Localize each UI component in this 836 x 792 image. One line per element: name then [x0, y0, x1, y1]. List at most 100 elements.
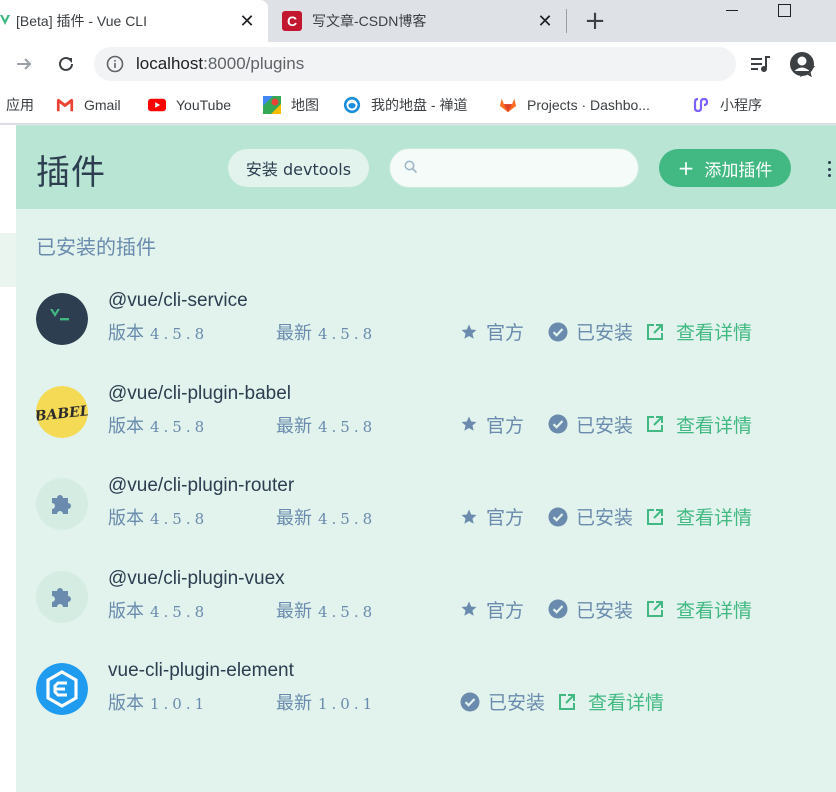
version-label: 版本: [108, 415, 144, 437]
bookmark-miniprogram[interactable]: 小程序: [692, 86, 762, 124]
official-badge: 官方: [460, 318, 524, 345]
reload-icon[interactable]: [52, 50, 80, 78]
installed-badge: 已安装: [548, 318, 633, 345]
site-info-icon[interactable]: [106, 55, 124, 73]
address-bar[interactable]: localhost:8000/plugins: [94, 47, 816, 81]
external-link-icon: [647, 601, 663, 617]
check-circle-icon: [548, 507, 568, 526]
profile-avatar-icon[interactable]: [789, 51, 815, 81]
check-circle-icon: [548, 414, 568, 434]
version-number: 4.5.8: [150, 417, 209, 436]
more-menu-icon[interactable]: [826, 161, 832, 177]
view-details-link[interactable]: 查看详情: [646, 411, 752, 438]
babel-icon: BABEL: [36, 385, 88, 438]
latest-label: 最新: [276, 693, 312, 714]
vue-favicon-icon: [0, 13, 16, 29]
plugin-item[interactable]: vue-cli-plugin-element 版本 1.0.1 最新 1.0.1 已…: [36, 655, 836, 725]
version-label: 版本: [108, 323, 144, 344]
plus-icon: +: [677, 156, 695, 180]
bookmark-label: Projects · Dashbo...: [527, 97, 650, 113]
vue-cli-terminal-icon: [36, 293, 88, 345]
star-icon: [461, 416, 477, 431]
latest-label: 最新: [276, 323, 312, 344]
tab-title: 写文章-CSDN博客: [312, 13, 427, 29]
plugin-item[interactable]: @vue/cli-plugin-router 版本 4.5.8 最新 4.5.8 官…: [36, 470, 836, 540]
bookmark-label: 地图: [291, 97, 319, 113]
version-number: 4.5.8: [150, 602, 209, 621]
miniprogram-icon: [692, 96, 710, 114]
plugin-name: @vue/cli-service: [108, 290, 248, 311]
search-box[interactable]: [389, 148, 639, 188]
view-details-link[interactable]: 查看详情: [558, 688, 664, 715]
plugin-latest-version: 最新 4.5.8: [276, 597, 376, 623]
plugin-version: 版本 4.5.8: [108, 504, 208, 530]
csdn-favicon-icon: C: [282, 11, 302, 31]
forward-arrow-icon[interactable]: [10, 50, 38, 78]
tab-vue-cli[interactable]: [Beta] 插件 - Vue CLI ✕: [0, 0, 268, 42]
youtube-icon: [148, 96, 166, 114]
version-label: 版本: [108, 600, 144, 622]
tab-separator: [566, 9, 567, 33]
plugin-item[interactable]: @vue/cli-plugin-vuex 版本 4.5.8 最新 4.5.8 官方 …: [36, 563, 836, 633]
version-number: 1.0.1: [150, 695, 209, 713]
view-details-link[interactable]: 查看详情: [646, 503, 752, 530]
bookmark-gmail[interactable]: Gmail: [56, 86, 121, 124]
close-tab-icon[interactable]: ✕: [236, 10, 258, 32]
latest-number: 1.0.1: [318, 695, 377, 713]
add-plugin-button[interactable]: + 添加插件: [659, 149, 791, 187]
tab-csdn[interactable]: C 写文章-CSDN博客 ✕: [270, 0, 566, 42]
sidebar-active-indicator[interactable]: [0, 233, 16, 287]
installed-badge: 已安装: [548, 596, 633, 623]
plugin-version: 版本 4.5.8: [108, 412, 208, 438]
plugin-logo: BABEL: [36, 385, 88, 438]
official-badge: 官方: [460, 596, 524, 623]
close-tab-icon[interactable]: ✕: [534, 10, 556, 32]
minimize-window-icon[interactable]: [712, 0, 752, 20]
page-title: 插件: [36, 153, 106, 193]
plugin-name: vue-cli-plugin-element: [108, 660, 294, 681]
view-details-link[interactable]: 查看详情: [646, 318, 752, 345]
latest-number: 4.5.8: [318, 325, 377, 343]
tab-title: [Beta] 插件 - Vue CLI: [16, 13, 147, 29]
new-tab-button[interactable]: +: [580, 6, 610, 36]
bookmark-label: 小程序: [720, 97, 762, 113]
plugin-latest-version: 最新 4.5.8: [276, 412, 376, 438]
page-viewport: 插件 安装 devtools + 添加插件 已安装的插件 @vue/cli-se…: [0, 125, 836, 792]
installed-badge: 已安装: [460, 688, 545, 715]
bookmark-apps[interactable]: 应用: [6, 86, 34, 124]
version-number: 4.5.8: [150, 325, 209, 343]
official-badge: 官方: [460, 411, 524, 438]
url-host: localhost: [136, 54, 204, 73]
bookmark-maps[interactable]: 地图: [263, 86, 319, 124]
plugin-item[interactable]: BABEL @vue/cli-plugin-babel 版本 4.5.8 最新 4.…: [36, 378, 836, 448]
plugin-name: @vue/cli-plugin-babel: [108, 382, 291, 404]
bookmark-zentao[interactable]: 我的地盘 - 禅道: [343, 86, 467, 124]
maximize-window-icon[interactable]: [764, 0, 804, 20]
external-link-icon: [647, 416, 663, 432]
latest-number: 4.5.8: [318, 602, 377, 621]
media-control-icon[interactable]: [750, 54, 772, 78]
latest-number: 4.5.8: [318, 510, 377, 528]
check-circle-icon: [548, 599, 568, 619]
official-badge: 官方: [460, 503, 524, 530]
plugin-logo: [36, 663, 88, 715]
plugin-name: @vue/cli-plugin-vuex: [108, 567, 285, 589]
version-number: 4.5.8: [150, 510, 209, 528]
external-link-icon: [647, 508, 663, 525]
puzzle-icon: [36, 478, 88, 530]
plugin-logo: [36, 570, 88, 623]
bookmark-youtube[interactable]: YouTube: [148, 86, 231, 124]
install-devtools-button[interactable]: 安装 devtools: [228, 149, 369, 187]
star-icon: [461, 601, 477, 616]
installed-badge: 已安装: [548, 411, 633, 438]
puzzle-icon: [36, 570, 88, 623]
star-icon: [461, 509, 477, 524]
tab-strip: [Beta] 插件 - Vue CLI ✕ C 写文章-CSDN博客 ✕ +: [0, 0, 836, 42]
check-circle-icon: [548, 322, 568, 341]
view-details-link[interactable]: 查看详情: [646, 596, 752, 623]
bookmark-gitlab[interactable]: Projects · Dashbo...: [499, 86, 650, 124]
gitlab-icon: [499, 96, 517, 114]
plugin-item[interactable]: @vue/cli-service 版本 4.5.8 最新 4.5.8 官方 已安装 …: [36, 285, 836, 355]
bookmark-label: Gmail: [84, 97, 121, 113]
search-input[interactable]: [428, 159, 638, 177]
